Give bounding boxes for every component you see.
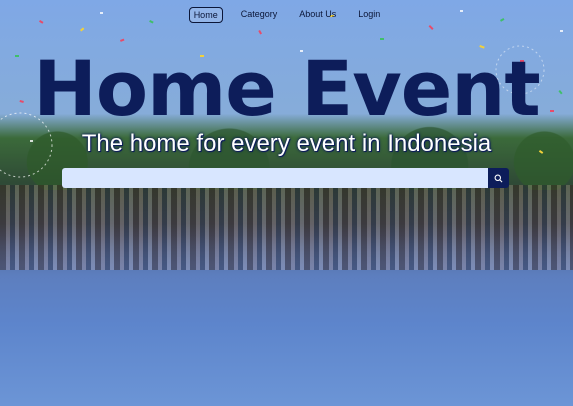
search-button[interactable]	[488, 168, 509, 188]
hero-crowd-image	[0, 185, 573, 270]
search-input[interactable]	[62, 168, 488, 188]
nav-login-link[interactable]: Login	[354, 7, 384, 23]
hero-title: Home Event	[33, 44, 540, 133]
nav-category-link[interactable]: Category	[237, 7, 282, 23]
search-bar	[62, 168, 509, 188]
search-icon	[494, 174, 503, 182]
nav-home-link[interactable]: Home	[188, 7, 223, 23]
top-nav: Home Category About Us Login	[0, 7, 573, 23]
nav-about-us-link[interactable]: About Us	[295, 7, 340, 23]
hero-subtitle: The home for every event in Indonesia	[81, 130, 492, 157]
